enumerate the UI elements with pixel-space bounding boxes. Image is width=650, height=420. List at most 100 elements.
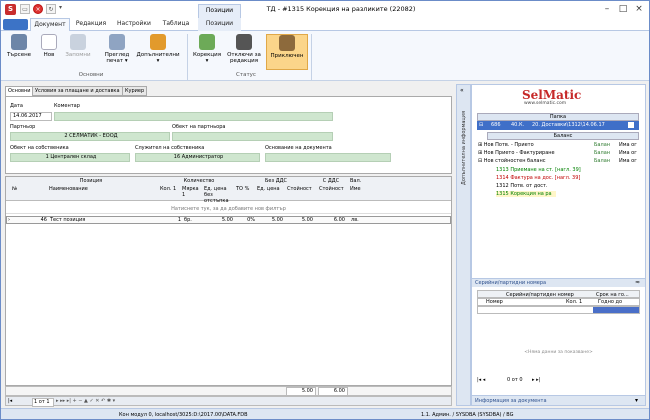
tab-document[interactable]: Документ (30, 18, 70, 31)
col-unit[interactable]: Мярка 1 (182, 186, 200, 198)
doc-basis-field[interactable] (265, 153, 391, 162)
quick-refresh-icon[interactable]: ↻ (46, 4, 56, 14)
doc-link[interactable]: 1314 Фактура на дос. [нагл. 39] (496, 175, 580, 181)
tree-status: Балан (594, 150, 611, 156)
save-button[interactable]: Запомни (63, 34, 93, 70)
save-icon (70, 34, 86, 50)
total-vat: 6.00 (318, 387, 348, 396)
completed-button[interactable]: Приключен (266, 34, 308, 70)
doc-tab-courier[interactable]: Куриер (122, 86, 148, 96)
col-name[interactable]: Наименование (49, 186, 129, 192)
partner-field[interactable]: 2 СЕЛМАТИК - ЕООД (10, 132, 170, 141)
table-row[interactable]: › 46 Тест позиция 1 бр. 5.00 0% 5.00 5.0… (6, 216, 451, 224)
new-button[interactable]: Нов (37, 34, 61, 70)
serial-grid-header: Серийни/партиден номер Срок на го... (477, 290, 640, 298)
serial-first-icon[interactable]: |◂ ◂ (477, 377, 485, 383)
partner-object-field[interactable] (172, 132, 333, 141)
filter-row[interactable]: Натиснете тук, за да добавите нов филтър (6, 206, 451, 214)
col-price[interactable]: Ед. цена (257, 186, 282, 192)
serial-cell-qty: Кол. 1 (566, 299, 583, 305)
date-field[interactable]: 14.06.2017 (10, 112, 52, 121)
quick-close-icon[interactable]: × (33, 4, 43, 14)
close-icon[interactable]: × (633, 4, 645, 14)
doc-info-expand-icon[interactable]: ▾ (635, 397, 638, 404)
tab-redaction[interactable]: Редакция (71, 18, 111, 31)
serial-counter: 0 от 0 (507, 377, 523, 383)
serial-new-row[interactable] (477, 306, 640, 314)
minimize-icon[interactable]: – (601, 4, 613, 14)
logo-sub-text: www.selmatic.com (524, 101, 567, 106)
own-object-field[interactable]: 1 Централен склад (10, 153, 130, 162)
tree-item[interactable]: ⊞ Нов Прието - Фактуриране Балан Има ог (478, 149, 638, 157)
gears-icon (150, 34, 166, 50)
col-value-vat[interactable]: Стойност (319, 186, 344, 192)
tab-positions[interactable]: Позиции (198, 18, 241, 31)
tab-table[interactable]: Таблица (157, 18, 195, 31)
doc-link[interactable]: 1313 Приемане на ст. [нагл. 39] (496, 167, 581, 173)
ribbon-app-button[interactable] (3, 19, 28, 30)
tree-expand-icon[interactable]: ⊟ (478, 158, 482, 164)
own-employee-label: Служител на собственика (135, 145, 205, 151)
ribbon: Търсене Нов Запомни Преглед печат ▾ Допъ… (1, 31, 649, 81)
doc-tab-payment[interactable]: Условия за плащане и доставка (32, 86, 123, 96)
print-preview-icon (109, 34, 125, 50)
quick-dropdown-icon[interactable]: ▾ (59, 4, 62, 11)
total-novat: 5.00 (286, 387, 316, 396)
date-label: Дата (10, 103, 23, 109)
group-header-currency: Вал. (350, 178, 362, 184)
maximize-icon[interactable]: □ (617, 4, 629, 14)
document-form: Дата 14.06.2017 Коментар Партньор 2 СЕЛМ… (5, 96, 452, 174)
serial-empty-text: <Няма данни за показване> (524, 350, 593, 355)
additional-button[interactable]: Допълнителни ▾ (135, 34, 181, 70)
group-label-status: Статус (236, 72, 256, 78)
folder-title: 20. Доставки\1312\14.06.17 (532, 122, 605, 128)
completed-icon (279, 35, 295, 51)
row-selector-icon: › (8, 217, 10, 223)
partner-object-label: Обект на партньора (172, 124, 226, 130)
tree-item[interactable]: ⊞ Нов Потв. - Прието Балан Има ог (478, 141, 638, 149)
correction-button[interactable]: Корекция ▾ (191, 34, 223, 70)
ribbon-tabs: Документ Редакция Настройки Таблица Пози… (1, 18, 649, 31)
print-preview-button[interactable]: Преглед печат ▾ (101, 34, 133, 70)
folder-expand-icon[interactable]: ⊟ (479, 121, 483, 129)
folder-id: 686 (491, 122, 501, 128)
col-discount[interactable]: ТО % (236, 186, 254, 192)
cell-name: Тест позиция (50, 217, 86, 223)
doc-tab-main[interactable]: Основни (5, 86, 34, 96)
folder-checkbox[interactable] (628, 122, 634, 128)
serial-collapse-icon[interactable]: ≈ (635, 279, 640, 286)
col-no[interactable]: № (12, 186, 42, 192)
doc-basis-label: Основание на документа (265, 145, 332, 151)
serial-new-highlight (593, 307, 639, 313)
own-employee-field[interactable]: 16 Администратор (135, 153, 260, 162)
group-separator (311, 34, 312, 80)
folder-code: 40.К. (511, 122, 525, 128)
side-panel-collapse-strip[interactable]: « Допълнителна информация (456, 84, 471, 406)
doc-link[interactable]: 1312 Потв. от дост. (496, 183, 548, 189)
quick-new-icon[interactable]: ▭ (20, 4, 30, 14)
doc-link[interactable]: 1315 Корекция на ра (496, 191, 556, 197)
side-panel: SelMatic www.selmatic.com Папка ⊟ 686 40… (471, 84, 646, 406)
tab-settings[interactable]: Настройки (112, 18, 156, 31)
folder-row[interactable]: ⊟ 686 40.К. 20. Доставки\1312\14.06.17 (477, 121, 639, 130)
nav-controls-icon[interactable]: ▸ ▸▸ ▸| + − ▲ ✓ ✕ ↶ ✱ ▾ (56, 398, 115, 404)
serial-next-icon[interactable]: ▸ ▸| (532, 377, 540, 383)
col-qty[interactable]: Кол. 1 (160, 186, 180, 192)
tree-expand-icon[interactable]: ⊞ (478, 150, 482, 156)
unlock-button[interactable]: Отключи за редакция (225, 34, 263, 70)
col-currency-name[interactable]: Име (350, 186, 366, 192)
status-right: 1.1. Админ. / SYSDBA (SYSDBA) / BG (421, 412, 514, 418)
title-bar: S ▭ × ↻ ▾ Позиции ТД - #1315 Корекция на… (1, 1, 649, 18)
comment-field[interactable] (54, 112, 333, 121)
serial-row[interactable]: Номер Кол. 1 Годно до (477, 298, 640, 306)
tree-status2: Има ог (619, 142, 637, 148)
col-value[interactable]: Стойност (287, 186, 312, 192)
status-left: Кон модул 0, localhost/3025:D:\2017.00\D… (119, 412, 248, 418)
tree-expand-icon[interactable]: ⊞ (478, 142, 482, 148)
col-price-nodisc[interactable]: Ед. цена без отстъпка (204, 186, 232, 204)
first-record-icon[interactable]: |◂ (8, 398, 12, 404)
tree-item[interactable]: ⊟ Нов стойностен баланс Балан Има ог (478, 157, 638, 165)
app-logo-icon: S (5, 4, 16, 15)
group-header-novat: Без ДДС (264, 178, 288, 184)
search-button[interactable]: Търсене (5, 34, 33, 70)
